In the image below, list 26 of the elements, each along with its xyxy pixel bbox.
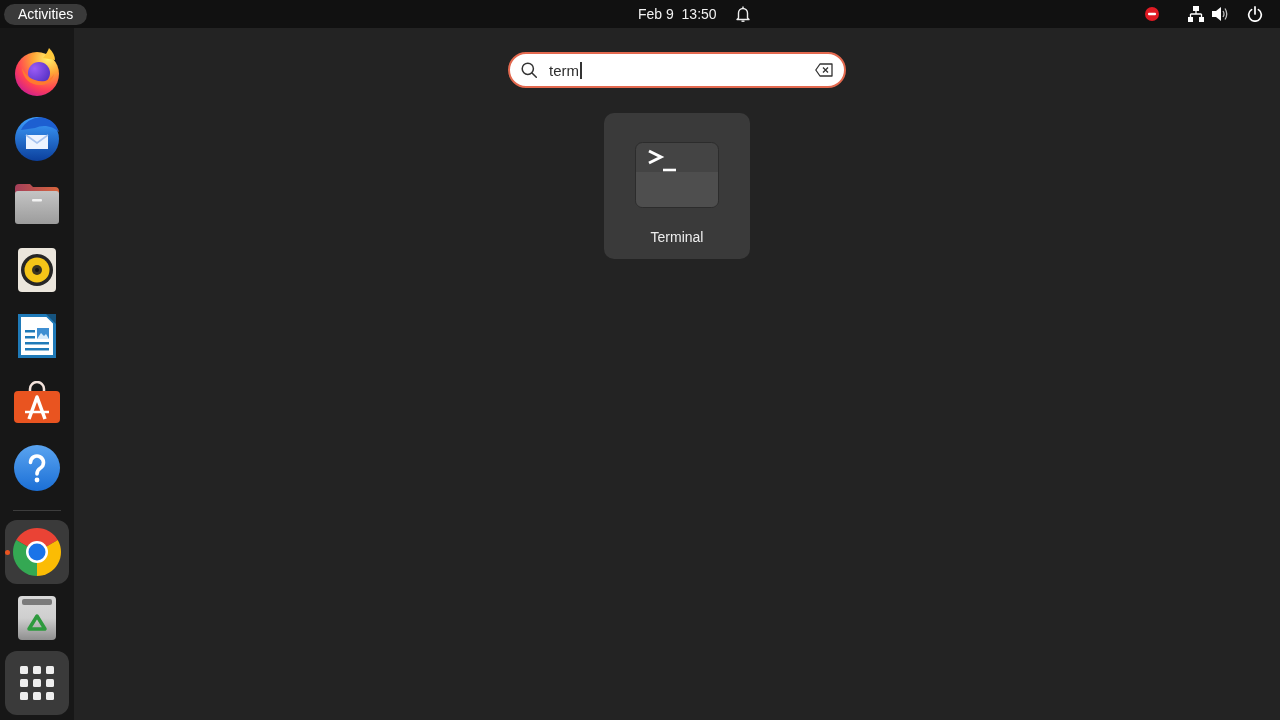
help-icon xyxy=(14,445,60,491)
app-launcher-button[interactable] xyxy=(5,520,69,584)
volume-icon xyxy=(1212,6,1228,22)
bell-icon xyxy=(734,6,751,22)
flame-globe-icon xyxy=(13,48,61,96)
clock-button[interactable]: Feb 9 13:50 xyxy=(626,2,763,26)
shopping-bag-icon xyxy=(14,381,60,423)
clear-icon[interactable] xyxy=(815,63,833,77)
trash-bin-icon xyxy=(18,596,56,640)
search-result-button[interactable]: Terminal xyxy=(604,113,750,259)
power-icon xyxy=(1247,6,1263,22)
search-icon xyxy=(521,62,537,78)
terminal-icon xyxy=(635,142,719,208)
system-menu-button[interactable] xyxy=(1188,6,1263,22)
folder-icon xyxy=(15,184,59,224)
network-icon xyxy=(1188,6,1204,22)
speaker-icon xyxy=(18,248,56,292)
envelope-icon xyxy=(13,114,61,162)
document-icon xyxy=(18,314,56,358)
grid-icon xyxy=(20,666,54,700)
tricolor-ring-icon xyxy=(13,528,61,576)
text-cursor xyxy=(580,61,582,79)
no-entry-icon[interactable] xyxy=(1145,7,1159,21)
search-field[interactable]: term xyxy=(508,52,846,88)
activities-button[interactable]: Activities xyxy=(4,3,88,25)
show-apps-button[interactable] xyxy=(5,651,69,715)
